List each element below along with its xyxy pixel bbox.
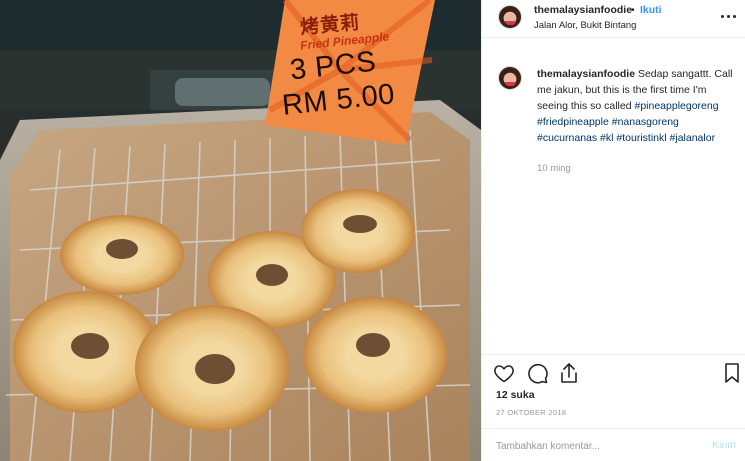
post-header: themalaysianfoodie • Ikuti Jalan Alor, B… bbox=[482, 0, 745, 38]
caption-username[interactable]: themalaysianfoodie bbox=[537, 68, 635, 80]
hashtag-link[interactable]: #pineapplegoreng bbox=[634, 100, 718, 112]
caption-text: themalaysianfoodie Sedap sangattt. Call … bbox=[537, 66, 737, 146]
post-location[interactable]: Jalan Alor, Bukit Bintang bbox=[534, 20, 636, 31]
author-username[interactable]: themalaysianfoodie bbox=[534, 4, 632, 16]
heart-icon[interactable] bbox=[492, 361, 516, 385]
likes-count[interactable]: 12 suka bbox=[496, 389, 535, 401]
comment-input[interactable] bbox=[496, 437, 686, 455]
hashtag-link[interactable]: #jalanalor bbox=[670, 132, 716, 144]
caption-timestamp[interactable]: 10 ming bbox=[537, 163, 571, 174]
author-avatar[interactable] bbox=[498, 5, 522, 29]
share-icon[interactable] bbox=[557, 361, 581, 385]
bookmark-icon[interactable] bbox=[720, 361, 744, 385]
comment-icon[interactable] bbox=[525, 361, 549, 385]
hashtag-link[interactable]: #kl bbox=[600, 132, 613, 144]
comment-bar: Kirim bbox=[482, 428, 745, 461]
photo-illustration bbox=[0, 0, 481, 461]
follow-button[interactable]: Ikuti bbox=[640, 4, 662, 16]
hashtag-link[interactable]: #touristinkl bbox=[616, 132, 666, 144]
caption-avatar[interactable] bbox=[498, 66, 522, 90]
post-date: 27 OKTOBER 2018 bbox=[496, 408, 567, 417]
hashtag-link[interactable]: #cucurnanas bbox=[537, 132, 597, 144]
post-comment-button[interactable]: Kirim bbox=[712, 439, 736, 451]
more-options-icon[interactable] bbox=[718, 6, 738, 26]
hashtag-link[interactable]: #nanasgoreng bbox=[612, 116, 679, 128]
caption-section: themalaysianfoodie Sedap sangattt. Call … bbox=[482, 38, 745, 354]
post-photo[interactable]: 烤黄莉 Fried Pineapple 3 PCS RM 5.00 bbox=[0, 0, 481, 461]
hashtag-link[interactable]: #friedpineapple bbox=[537, 116, 609, 128]
header-separator: • bbox=[631, 4, 635, 16]
post-side-panel: themalaysianfoodie • Ikuti Jalan Alor, B… bbox=[481, 0, 745, 461]
action-bar bbox=[482, 354, 745, 388]
